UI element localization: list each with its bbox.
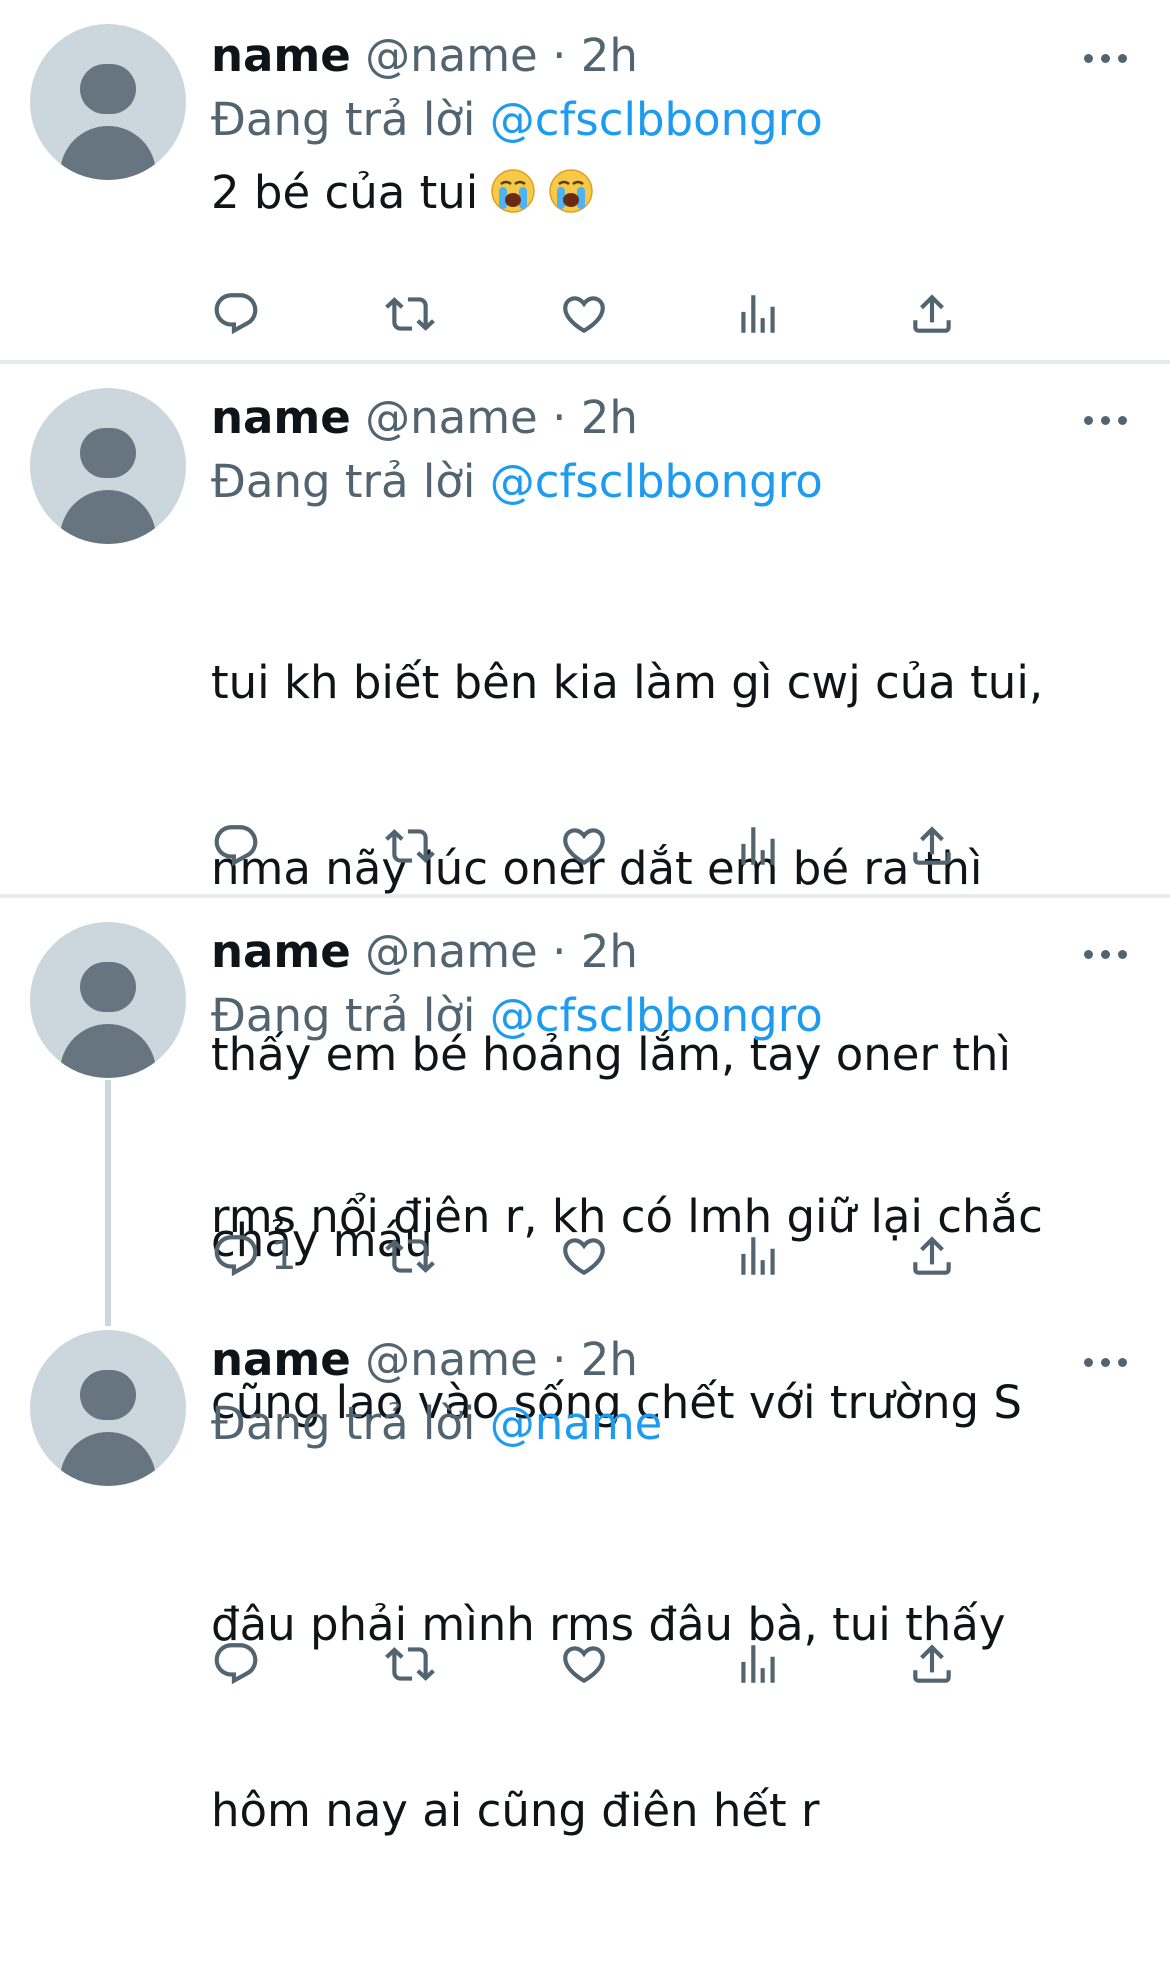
reply-icon [214, 293, 258, 335]
replying-to-label: Đang trả lời [211, 93, 476, 146]
timestamp[interactable]: 2h [581, 391, 638, 444]
mention-link[interactable]: @cfsclbbongro [490, 455, 823, 508]
tweet-text: 2 bé của tui [211, 162, 1131, 230]
views-button[interactable] [733, 286, 783, 342]
reply-count: 1 [271, 1233, 297, 1279]
timeline: name @name · 2h Đang trả lời @cfsclbbong… [0, 0, 1170, 1837]
mention-link[interactable]: @name [490, 1397, 663, 1450]
user-handle[interactable]: @name [365, 391, 538, 444]
reply-button[interactable] [211, 1636, 271, 1692]
tweet-header: name @name · 2h [211, 920, 1131, 984]
like-button[interactable] [559, 818, 609, 874]
separator-dot: · [552, 29, 567, 82]
divider [0, 360, 1170, 364]
mention-link[interactable]: @cfsclbbongro [490, 93, 823, 146]
more-icon[interactable] [1084, 1346, 1128, 1376]
thread-connector [105, 1080, 111, 1326]
share-icon [913, 826, 951, 865]
heart-icon [563, 828, 605, 866]
loudly-crying-face-icon [548, 168, 594, 230]
replying-to: Đang trả lời @name [211, 1392, 1131, 1456]
retweet-button[interactable] [385, 1636, 435, 1692]
share-button[interactable] [907, 1636, 957, 1692]
replying-to: Đang trả lời @cfsclbbongro [211, 88, 1131, 152]
separator-dot: · [552, 1333, 567, 1386]
analytics-icon [741, 1645, 775, 1683]
tweet-text-line: hôm nay ai cũng điên hết r [211, 1784, 820, 1837]
reply-button[interactable] [211, 818, 271, 874]
reply-icon [214, 1235, 258, 1277]
user-handle[interactable]: @name [365, 1333, 538, 1386]
avatar[interactable] [30, 388, 186, 544]
reply-button[interactable]: 1 [211, 1228, 296, 1284]
reply-button[interactable] [211, 286, 271, 342]
separator-dot: · [552, 391, 567, 444]
timestamp[interactable]: 2h [581, 925, 638, 978]
display-name[interactable]: name [211, 925, 351, 978]
retweet-icon [385, 829, 435, 863]
like-button[interactable] [559, 286, 609, 342]
tweet-text: đâu phải mình rms đâu bà, tui thấy hôm n… [211, 1470, 1131, 1966]
replying-to: Đang trả lời @cfsclbbongro [211, 984, 1131, 1048]
user-handle[interactable]: @name [365, 29, 538, 82]
heart-icon [563, 296, 605, 334]
replying-to: Đang trả lời @cfsclbbongro [211, 450, 1131, 514]
replying-to-label: Đang trả lời [211, 1397, 476, 1450]
tweet-text-content: 2 bé của tui [211, 166, 479, 219]
share-icon [913, 294, 951, 333]
avatar[interactable] [30, 922, 186, 1078]
share-icon [913, 1236, 951, 1275]
user-handle[interactable]: @name [365, 925, 538, 978]
display-name[interactable]: name [211, 1333, 351, 1386]
analytics-icon [741, 295, 775, 333]
analytics-icon [741, 1237, 775, 1275]
display-name[interactable]: name [211, 391, 351, 444]
replying-to-label: Đang trả lời [211, 455, 476, 508]
tweet-text-line: tui kh biết bên kia làm gì cwj của tui, [211, 656, 1044, 709]
retweet-icon [385, 297, 435, 331]
tweet-actions [211, 818, 1061, 874]
share-button[interactable] [907, 286, 957, 342]
retweet-button[interactable] [385, 1228, 435, 1284]
share-button[interactable] [907, 1228, 957, 1284]
mention-link[interactable]: @cfsclbbongro [490, 989, 823, 1042]
tweet-actions [211, 1636, 1061, 1692]
avatar[interactable] [30, 24, 186, 180]
heart-icon [563, 1238, 605, 1276]
like-button[interactable] [559, 1636, 609, 1692]
like-button[interactable] [559, 1228, 609, 1284]
separator-dot: · [552, 925, 567, 978]
tweet-actions [211, 286, 1061, 342]
views-button[interactable] [733, 818, 783, 874]
display-name[interactable]: name [211, 29, 351, 82]
divider [0, 894, 1170, 898]
share-icon [913, 1644, 951, 1683]
tweet-header: name @name · 2h [211, 1328, 1131, 1392]
retweet-button[interactable] [385, 818, 435, 874]
views-button[interactable] [733, 1636, 783, 1692]
replying-to-label: Đang trả lời [211, 989, 476, 1042]
tweet-actions: 1 [211, 1228, 1061, 1284]
tweet-1[interactable]: name @name · 2h Đang trả lời @cfsclbbong… [211, 24, 1131, 230]
more-icon[interactable] [1084, 42, 1128, 72]
retweet-icon [385, 1239, 435, 1273]
avatar[interactable] [30, 1330, 186, 1486]
retweet-button[interactable] [385, 286, 435, 342]
reply-icon [214, 825, 258, 867]
reply-icon [214, 1643, 258, 1685]
timestamp[interactable]: 2h [581, 29, 638, 82]
heart-icon [563, 1646, 605, 1684]
analytics-icon [741, 827, 775, 865]
more-icon[interactable] [1084, 938, 1128, 968]
timestamp[interactable]: 2h [581, 1333, 638, 1386]
share-button[interactable] [907, 818, 957, 874]
loudly-crying-face-icon [490, 168, 536, 230]
tweet-header: name @name · 2h [211, 24, 1131, 88]
more-icon[interactable] [1084, 404, 1128, 434]
views-button[interactable] [733, 1228, 783, 1284]
tweet-header: name @name · 2h [211, 386, 1131, 450]
retweet-icon [385, 1647, 435, 1681]
